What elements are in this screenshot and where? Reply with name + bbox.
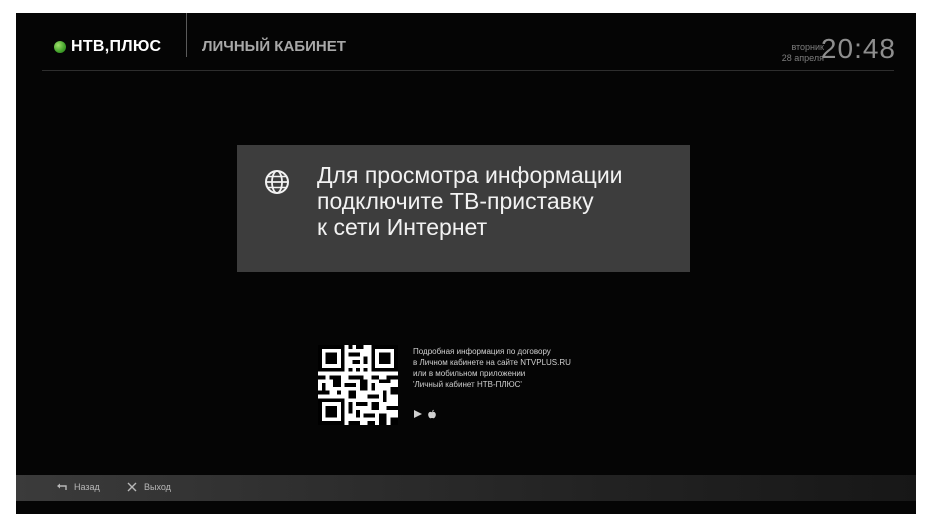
exit-label: Выход (144, 482, 171, 492)
footer-bar: Назад Выход (16, 475, 916, 501)
info-text: Подробная информация по договору в Лично… (413, 346, 571, 390)
store-icons (413, 409, 437, 419)
clock: 20:48 (820, 33, 896, 64)
info-line: в Личном кабинете на сайте NTVPLUS.RU (413, 358, 571, 367)
back-label: Назад (74, 482, 100, 492)
info-line: Подробная информация по договору (413, 347, 551, 356)
play-icon (414, 410, 422, 418)
no-internet-message: Для просмотра информации подключите ТВ-п… (237, 145, 690, 272)
info-line: или в мобильном приложении (413, 369, 526, 378)
exit-button[interactable]: Выход (126, 481, 171, 493)
message-text: Для просмотра информации подключите ТВ-п… (317, 162, 677, 240)
apple-icon (428, 409, 436, 419)
info-line: 'Личный кабинет НТВ-ПЛЮС' (413, 380, 522, 389)
message-line: к сети Интернет (317, 214, 488, 240)
header: НТВ,ПЛЮС ЛИЧНЫЙ КАБИНЕТ вторник 28 апрел… (16, 13, 916, 71)
back-button[interactable]: Назад (56, 481, 100, 493)
weekday-label: вторник (791, 42, 824, 52)
close-icon (127, 482, 137, 492)
qr-code (318, 345, 398, 425)
brand-logo-dot (54, 41, 66, 53)
globe-icon (265, 170, 289, 194)
header-divider (186, 13, 187, 57)
header-rule (42, 70, 894, 71)
tv-screen: НТВ,ПЛЮС ЛИЧНЫЙ КАБИНЕТ вторник 28 апрел… (16, 13, 916, 514)
section-title: ЛИЧНЫЙ КАБИНЕТ (202, 38, 346, 55)
back-arrow-icon (57, 483, 67, 490)
message-line: Для просмотра информации (317, 162, 623, 188)
message-line: подключите ТВ-приставку (317, 188, 594, 214)
date-block: вторник 28 апреля (782, 42, 824, 64)
brand-name: НТВ,ПЛЮС (71, 38, 162, 55)
date-label: 28 апреля (781, 53, 824, 63)
